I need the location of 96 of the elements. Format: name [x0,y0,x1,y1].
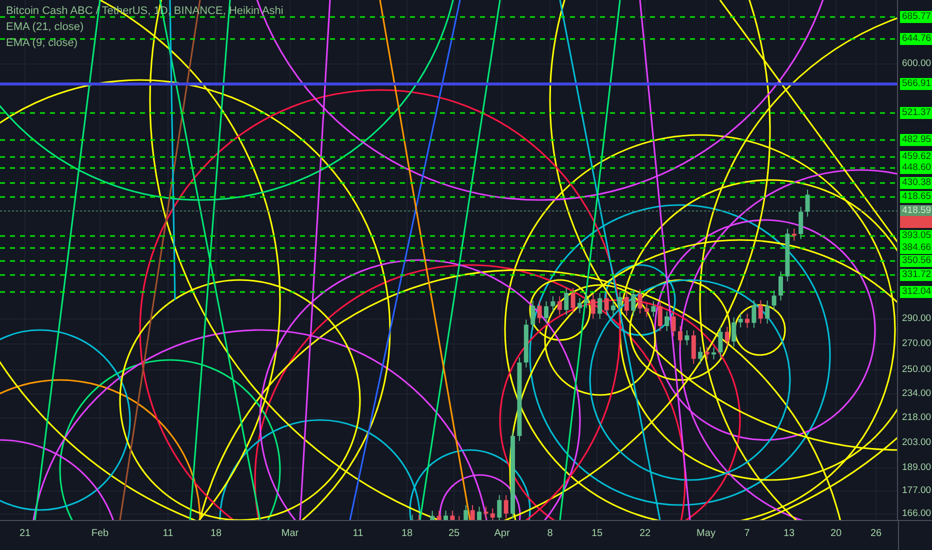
price-label: 331.72 [900,269,932,281]
candle [644,302,649,318]
time-tick-label: Apr [494,528,510,539]
candle [590,294,596,320]
price-tick-label: 250.00 [901,364,932,376]
candle [524,319,528,368]
price-tick-label: 166.00 [901,508,932,520]
price-tick-label: 234.00 [901,388,932,400]
price-tick-label: 600.00 [901,58,932,70]
price-label: 384.66 [900,242,932,254]
time-tick-label: 20 [830,528,842,539]
candle [490,508,495,520]
candle [671,310,676,337]
candle [611,300,616,316]
candle [450,510,455,520]
candle [651,300,656,318]
candle [557,296,562,316]
time-tick-label: 13 [783,528,795,539]
candle [684,330,690,346]
candle [631,288,636,316]
candle [691,330,696,364]
candle [624,292,629,316]
candle [732,316,736,348]
price-marker [900,216,932,228]
candle [658,300,662,332]
candle [752,300,756,328]
time-tick-label: Mar [281,528,299,539]
price-label: 482.95 [900,134,932,146]
price-tick-label: 203.00 [901,437,932,449]
price-tick-label: 218.00 [901,412,932,424]
candle [470,504,475,520]
candle [570,287,576,314]
price-tick-label: 177.00 [901,485,932,497]
candle [745,313,750,328]
candle [664,310,670,332]
candle [477,506,482,520]
price-label: 430.38 [900,177,932,189]
time-tick-label: 22 [639,528,651,539]
time-tick-label: 21 [19,528,31,539]
candle [530,300,536,330]
candle [765,300,770,324]
candle [698,346,703,364]
price-label: 521.37 [900,107,932,119]
candle [772,290,776,312]
price-label: 566.91 [900,78,932,90]
candle [618,292,622,312]
candle [584,294,589,308]
candle [712,346,716,360]
candle [704,346,710,360]
candle [785,228,790,282]
candle [544,300,548,324]
candle [537,300,542,324]
candle [578,297,582,314]
candle [792,228,796,242]
price-label: 644.76 [900,33,932,45]
price-label: 418.65 [900,191,932,203]
candle [638,288,642,314]
candle [718,326,723,358]
price-label: 312.04 [900,286,932,298]
candle [778,270,783,302]
candle [484,506,488,520]
candle [798,206,804,240]
candle [464,504,468,520]
time-tick-label: Feb [91,528,109,539]
time-tick-label: 18 [401,528,413,539]
price-label: 393.05 [900,230,932,242]
candle [724,326,730,348]
price-label: 448.60 [900,162,932,174]
time-tick-label: 11 [352,528,364,539]
candle [604,292,609,316]
price-tick-label: 189.00 [901,462,932,474]
time-tick-label: 8 [547,528,553,539]
indicator-label: EMA (21, close) [6,20,85,34]
price-label: 350.56 [900,255,932,267]
price-tick-label: 270.00 [901,338,932,350]
time-tick-label: 15 [591,528,603,539]
time-tick-label: 26 [870,528,882,539]
time-tick-label: May [696,528,716,539]
candle [598,292,602,320]
time-tick-label: 25 [448,528,460,539]
indicator-label: EMA (9, close) [6,36,79,50]
candle [504,494,508,520]
price-label: 459.62 [900,151,932,163]
candle [805,189,810,218]
price-tick-label: 290.00 [901,313,932,325]
candle [738,313,743,328]
candle [758,300,763,324]
price-label: 685.77 [900,11,932,23]
candle [678,326,682,346]
time-tick-label: 7 [744,528,750,539]
candle [497,494,502,520]
candle [564,287,569,316]
candle [550,296,556,312]
price-label: 418.59 [900,205,932,217]
time-tick-label: 18 [210,528,222,539]
time-tick-label: 11 [162,528,174,539]
